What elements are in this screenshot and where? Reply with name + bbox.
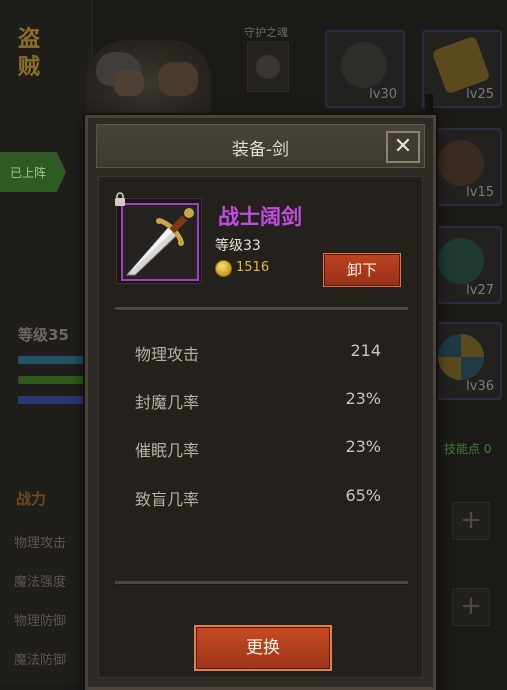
character-name: 盗贼 [18,27,41,80]
bg-stat-label: 物理防御 [14,614,67,629]
hp-bar [18,356,90,364]
add-stat-button[interactable]: + [452,502,490,540]
guardian-soul-slot[interactable] [247,42,289,92]
item-frame[interactable] [116,198,202,284]
stat-value: 23% [345,389,381,408]
helmet-icon [341,42,387,88]
pet-icon [256,55,280,79]
stat-name: 致盲几率 [135,490,200,509]
sword-icon [121,203,199,281]
skill-points: 技能点 0 [444,442,492,456]
stat-name: 催眠几率 [135,441,200,460]
stat-row: 催眠几率 23% [135,437,381,460]
stat-name: 物理攻击 [135,345,200,364]
item-name: 战士阔剑 [218,205,302,229]
stat-row: 致盲几率 65% [135,486,381,509]
guardian-soul-label: 守护之魂 [244,26,288,39]
bg-stat-label: 魔法强度 [14,575,67,590]
equipment-slot-helmet[interactable]: lv30 [325,30,405,108]
divider [115,307,408,311]
add-stat-button[interactable]: + [452,588,490,626]
dialog-header: 装备-剑 ✕ [96,124,425,168]
lock-icon [115,192,125,206]
coin-icon [215,260,232,277]
gold-bar-necklace-icon [431,35,491,95]
bg-stat-label: 物理攻击 [14,536,67,551]
stat-value: 214 [350,341,381,360]
slot-level: lv25 [466,87,494,102]
exp-bar [18,376,90,384]
divider [115,581,408,585]
mp-bar [18,396,90,404]
equipment-slot-necklace[interactable]: lv25 [422,30,502,108]
replace-button[interactable]: 更换 [194,625,332,671]
leather-belt-icon [438,140,484,186]
stat-row: 物理攻击 214 [135,341,381,364]
ring-icon [438,238,484,284]
stat-row: 封魔几率 23% [135,389,381,412]
dialog-title: 装备-剑 [231,140,290,160]
on-list-label: 已上阵 [10,166,47,180]
item-level: 等级33 [215,238,261,254]
slot-level: lv30 [369,87,397,102]
stat-name: 封魔几率 [135,393,200,412]
on-list-tag: 已上阵 [0,152,66,192]
character-portrait [86,40,211,120]
close-button[interactable]: ✕ [386,131,420,163]
bg-stat-label: 魔法防御 [14,653,67,668]
stat-value: 65% [345,486,381,505]
dialog-body: 战士阔剑 等级33 1516 卸下 物理攻击 214 封魔几率 23% 催眠几率… [98,176,423,678]
stat-value: 23% [345,437,381,456]
character-level: 等级35 [18,326,69,344]
shield-icon [438,334,484,380]
equipment-detail-dialog: 装备-剑 ✕ 战士阔剑 等级33 1516 卸下 物理攻击 214 封魔几率 2… [85,115,436,690]
item-price: 1516 [236,260,270,275]
power-label: 战力 [16,490,47,508]
unequip-button[interactable]: 卸下 [323,253,401,287]
slot-level: lv36 [466,379,494,394]
slot-level: lv15 [466,185,494,200]
slot-level: lv27 [466,283,494,298]
